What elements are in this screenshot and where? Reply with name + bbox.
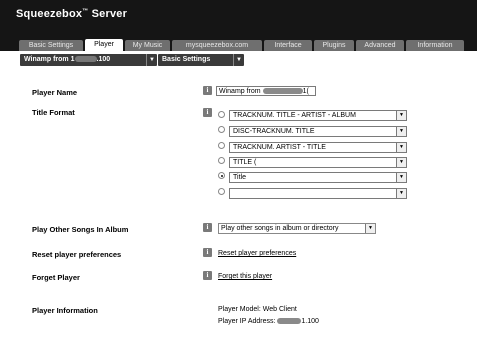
tab-mysqueezebox[interactable]: mysqueezebox.com bbox=[172, 40, 262, 51]
title-format-radio-4[interactable] bbox=[218, 157, 225, 164]
title-format-radio-5[interactable] bbox=[218, 172, 225, 179]
chevron-down-icon: ▼ bbox=[396, 158, 406, 167]
tab-interface[interactable]: Interface bbox=[264, 40, 312, 51]
chevron-down-icon: ▼ bbox=[146, 54, 157, 66]
player-name-label: Player Name bbox=[32, 88, 78, 97]
tab-plugins[interactable]: Plugins bbox=[314, 40, 354, 51]
info-icon[interactable]: i bbox=[203, 248, 212, 257]
player-name-input[interactable]: Winamp from 1( bbox=[216, 86, 316, 96]
chevron-down-icon: ▼ bbox=[396, 111, 406, 120]
player-ip-text: Player IP Address: 1.100 bbox=[218, 318, 319, 325]
title-format-radio-6[interactable] bbox=[218, 188, 225, 195]
chevron-down-icon: ▼ bbox=[396, 143, 406, 152]
app-title: Squeezebox™ Server bbox=[16, 8, 128, 20]
info-icon[interactable]: i bbox=[203, 271, 212, 280]
title-format-select-6[interactable]: ▼ bbox=[229, 188, 407, 199]
redacted-text bbox=[262, 88, 303, 95]
tab-my-music[interactable]: My Music bbox=[125, 40, 170, 51]
play-other-songs-select[interactable]: Play other songs in album or directory ▼ bbox=[218, 223, 376, 234]
play-other-songs-label: Play Other Songs In Album bbox=[32, 225, 129, 234]
title-format-label: Title Format bbox=[32, 108, 75, 117]
chevron-down-icon: ▼ bbox=[365, 224, 375, 233]
forget-player-label: Forget Player bbox=[32, 273, 80, 282]
title-format-radio-3[interactable] bbox=[218, 142, 225, 149]
reset-preferences-label: Reset player preferences bbox=[32, 250, 122, 259]
chevron-down-icon: ▼ bbox=[233, 54, 244, 66]
player-select-dropdown[interactable]: Winamp from 1.100 ▼ bbox=[20, 54, 157, 66]
settings-page-dropdown[interactable]: Basic Settings ▼ bbox=[158, 54, 244, 66]
title-format-select-3[interactable]: TRACKNUM. ARTIST - TITLE ▼ bbox=[229, 142, 407, 153]
title-format-select-5[interactable]: Title ▼ bbox=[229, 172, 407, 183]
chevron-down-icon: ▼ bbox=[396, 127, 406, 136]
tab-advanced[interactable]: Advanced bbox=[356, 40, 404, 51]
title-format-radio-2[interactable] bbox=[218, 126, 225, 133]
redacted-text bbox=[277, 318, 302, 325]
header-bar: Squeezebox™ Server bbox=[0, 0, 477, 38]
title-format-radio-1[interactable] bbox=[218, 111, 225, 118]
tab-player[interactable]: Player bbox=[85, 39, 123, 51]
title-format-select-1[interactable]: TRACKNUM. TITLE - ARTIST - ALBUM ▼ bbox=[229, 110, 407, 121]
reset-preferences-button[interactable]: Reset player preferences bbox=[218, 250, 296, 257]
forget-player-link[interactable]: Forget this player bbox=[218, 273, 272, 280]
info-icon[interactable]: i bbox=[203, 223, 212, 232]
redacted-text bbox=[74, 56, 97, 63]
chevron-down-icon: ▼ bbox=[396, 189, 406, 198]
title-format-select-4[interactable]: TITLE (▼ bbox=[229, 157, 407, 168]
chevron-down-icon: ▼ bbox=[396, 173, 406, 182]
player-model-text: Player Model: Web Client bbox=[218, 306, 297, 313]
player-information-label: Player Information bbox=[32, 306, 98, 315]
tab-information[interactable]: Information bbox=[406, 40, 464, 51]
tab-basic-settings[interactable]: Basic Settings bbox=[19, 40, 83, 51]
info-icon[interactable]: i bbox=[203, 108, 212, 117]
info-icon[interactable]: i bbox=[203, 86, 212, 95]
title-format-select-2[interactable]: DISC-TRACKNUM. TITLE ▼ bbox=[229, 126, 407, 137]
